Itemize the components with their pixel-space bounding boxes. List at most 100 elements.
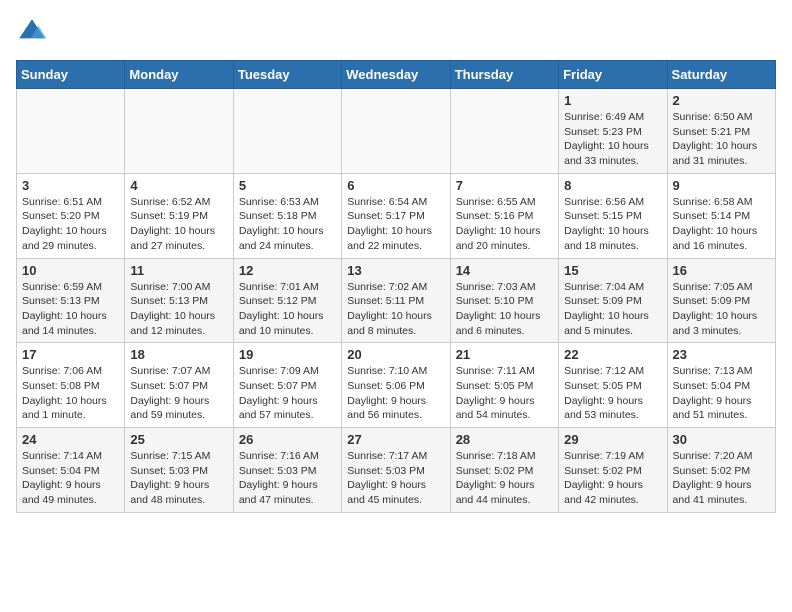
calendar-day-cell: 13 Sunrise: 7:02 AM Sunset: 5:11 PM Dayli…	[342, 258, 450, 343]
day-info: Sunrise: 6:52 AM Sunset: 5:19 PM Dayligh…	[130, 195, 227, 254]
calendar-day-cell: 4 Sunrise: 6:52 AM Sunset: 5:19 PM Daylig…	[125, 173, 233, 258]
calendar-day-cell: 3 Sunrise: 6:51 AM Sunset: 5:20 PM Daylig…	[17, 173, 125, 258]
day-number: 11	[130, 263, 227, 278]
day-info: Sunrise: 7:05 AM Sunset: 5:09 PM Dayligh…	[673, 280, 770, 339]
calendar-day-cell: 22 Sunrise: 7:12 AM Sunset: 5:05 PM Dayli…	[559, 343, 667, 428]
day-number: 13	[347, 263, 444, 278]
day-number: 27	[347, 432, 444, 447]
day-number: 19	[239, 347, 336, 362]
calendar-day-cell: 20 Sunrise: 7:10 AM Sunset: 5:06 PM Dayli…	[342, 343, 450, 428]
day-of-week-header: Saturday	[667, 61, 775, 89]
day-info: Sunrise: 7:13 AM Sunset: 5:04 PM Dayligh…	[673, 364, 770, 423]
day-info: Sunrise: 6:53 AM Sunset: 5:18 PM Dayligh…	[239, 195, 336, 254]
calendar-day-cell: 30 Sunrise: 7:20 AM Sunset: 5:02 PM Dayli…	[667, 428, 775, 513]
calendar-day-cell: 1 Sunrise: 6:49 AM Sunset: 5:23 PM Daylig…	[559, 89, 667, 174]
day-number: 30	[673, 432, 770, 447]
calendar-day-cell	[233, 89, 341, 174]
day-number: 26	[239, 432, 336, 447]
day-number: 9	[673, 178, 770, 193]
calendar-day-cell: 27 Sunrise: 7:17 AM Sunset: 5:03 PM Dayli…	[342, 428, 450, 513]
day-info: Sunrise: 7:00 AM Sunset: 5:13 PM Dayligh…	[130, 280, 227, 339]
calendar-day-cell: 17 Sunrise: 7:06 AM Sunset: 5:08 PM Dayli…	[17, 343, 125, 428]
day-info: Sunrise: 6:59 AM Sunset: 5:13 PM Dayligh…	[22, 280, 119, 339]
calendar-day-cell: 9 Sunrise: 6:58 AM Sunset: 5:14 PM Daylig…	[667, 173, 775, 258]
calendar-week-row: 1 Sunrise: 6:49 AM Sunset: 5:23 PM Daylig…	[17, 89, 776, 174]
calendar-day-cell: 23Sunrise: 7:13 AM Sunset: 5:04 PM Dayli…	[667, 343, 775, 428]
day-info: Sunrise: 7:11 AM Sunset: 5:05 PM Dayligh…	[456, 364, 553, 423]
day-of-week-header: Monday	[125, 61, 233, 89]
calendar-day-cell: 6 Sunrise: 6:54 AM Sunset: 5:17 PM Daylig…	[342, 173, 450, 258]
calendar-day-cell: 11 Sunrise: 7:00 AM Sunset: 5:13 PM Dayli…	[125, 258, 233, 343]
day-info: Sunrise: 7:15 AM Sunset: 5:03 PM Dayligh…	[130, 449, 227, 508]
day-of-week-header: Thursday	[450, 61, 558, 89]
day-info: Sunrise: 7:18 AM Sunset: 5:02 PM Dayligh…	[456, 449, 553, 508]
day-number: 20	[347, 347, 444, 362]
calendar-day-cell: 2 Sunrise: 6:50 AM Sunset: 5:21 PM Daylig…	[667, 89, 775, 174]
calendar-day-cell: 7 Sunrise: 6:55 AM Sunset: 5:16 PM Daylig…	[450, 173, 558, 258]
calendar-day-cell: 8 Sunrise: 6:56 AM Sunset: 5:15 PM Daylig…	[559, 173, 667, 258]
day-info: Sunrise: 6:49 AM Sunset: 5:23 PM Dayligh…	[564, 110, 661, 169]
day-number: 28	[456, 432, 553, 447]
day-number: 4	[130, 178, 227, 193]
page-header	[16, 16, 776, 48]
day-number: 22	[564, 347, 661, 362]
calendar-day-cell	[342, 89, 450, 174]
day-of-week-header: Friday	[559, 61, 667, 89]
day-info: Sunrise: 6:55 AM Sunset: 5:16 PM Dayligh…	[456, 195, 553, 254]
day-number: 6	[347, 178, 444, 193]
day-info: Sunrise: 7:06 AM Sunset: 5:08 PM Dayligh…	[22, 364, 119, 423]
day-info: Sunrise: 7:19 AM Sunset: 5:02 PM Dayligh…	[564, 449, 661, 508]
day-info: Sunrise: 6:51 AM Sunset: 5:20 PM Dayligh…	[22, 195, 119, 254]
day-info: Sunrise: 7:07 AM Sunset: 5:07 PM Dayligh…	[130, 364, 227, 423]
day-info: Sunrise: 7:17 AM Sunset: 5:03 PM Dayligh…	[347, 449, 444, 508]
day-info: Sunrise: 7:14 AM Sunset: 5:04 PM Dayligh…	[22, 449, 119, 508]
day-number: 14	[456, 263, 553, 278]
day-number: 25	[130, 432, 227, 447]
day-number: 2	[673, 93, 770, 108]
calendar-day-cell: 10 Sunrise: 6:59 AM Sunset: 5:13 PM Dayli…	[17, 258, 125, 343]
calendar-day-cell: 15 Sunrise: 7:04 AM Sunset: 5:09 PM Dayli…	[559, 258, 667, 343]
day-info: Sunrise: 7:16 AM Sunset: 5:03 PM Dayligh…	[239, 449, 336, 508]
day-info: Sunrise: 6:56 AM Sunset: 5:15 PM Dayligh…	[564, 195, 661, 254]
day-of-week-header: Wednesday	[342, 61, 450, 89]
calendar-day-cell	[125, 89, 233, 174]
calendar-day-cell: 25 Sunrise: 7:15 AM Sunset: 5:03 PM Dayli…	[125, 428, 233, 513]
day-info: Sunrise: 7:12 AM Sunset: 5:05 PM Dayligh…	[564, 364, 661, 423]
day-info: Sunrise: 7:03 AM Sunset: 5:10 PM Dayligh…	[456, 280, 553, 339]
day-number: 12	[239, 263, 336, 278]
day-number: 21	[456, 347, 553, 362]
day-number: 3	[22, 178, 119, 193]
day-number: 24	[22, 432, 119, 447]
day-number: 7	[456, 178, 553, 193]
calendar-day-cell: 16 Sunrise: 7:05 AM Sunset: 5:09 PM Dayli…	[667, 258, 775, 343]
day-number: 15	[564, 263, 661, 278]
day-number: 29	[564, 432, 661, 447]
day-info: Sunrise: 7:10 AM Sunset: 5:06 PM Dayligh…	[347, 364, 444, 423]
day-number: 8	[564, 178, 661, 193]
day-number: 10	[22, 263, 119, 278]
calendar-week-row: 17 Sunrise: 7:06 AM Sunset: 5:08 PM Dayli…	[17, 343, 776, 428]
day-of-week-header: Sunday	[17, 61, 125, 89]
day-info: Sunrise: 6:54 AM Sunset: 5:17 PM Dayligh…	[347, 195, 444, 254]
calendar-week-row: 3 Sunrise: 6:51 AM Sunset: 5:20 PM Daylig…	[17, 173, 776, 258]
logo	[16, 16, 52, 48]
calendar-day-cell: 21 Sunrise: 7:11 AM Sunset: 5:05 PM Dayli…	[450, 343, 558, 428]
day-number: 1	[564, 93, 661, 108]
day-info: Sunrise: 6:58 AM Sunset: 5:14 PM Dayligh…	[673, 195, 770, 254]
calendar-day-cell: 28 Sunrise: 7:18 AM Sunset: 5:02 PM Dayli…	[450, 428, 558, 513]
calendar-day-cell: 12Sunrise: 7:01 AM Sunset: 5:12 PM Dayli…	[233, 258, 341, 343]
day-info: Sunrise: 6:50 AM Sunset: 5:21 PM Dayligh…	[673, 110, 770, 169]
day-info: Sunrise: 7:02 AM Sunset: 5:11 PM Dayligh…	[347, 280, 444, 339]
day-number: 16	[673, 263, 770, 278]
day-number: 17	[22, 347, 119, 362]
calendar-day-cell: 26 Sunrise: 7:16 AM Sunset: 5:03 PM Dayli…	[233, 428, 341, 513]
calendar-day-cell: 5Sunrise: 6:53 AM Sunset: 5:18 PM Daylig…	[233, 173, 341, 258]
calendar-day-cell: 24 Sunrise: 7:14 AM Sunset: 5:04 PM Dayli…	[17, 428, 125, 513]
calendar-day-cell	[17, 89, 125, 174]
day-info: Sunrise: 7:20 AM Sunset: 5:02 PM Dayligh…	[673, 449, 770, 508]
calendar-day-cell: 19 Sunrise: 7:09 AM Sunset: 5:07 PM Dayli…	[233, 343, 341, 428]
day-info: Sunrise: 7:04 AM Sunset: 5:09 PM Dayligh…	[564, 280, 661, 339]
day-of-week-header: Tuesday	[233, 61, 341, 89]
day-number: 18	[130, 347, 227, 362]
day-info: Sunrise: 7:09 AM Sunset: 5:07 PM Dayligh…	[239, 364, 336, 423]
